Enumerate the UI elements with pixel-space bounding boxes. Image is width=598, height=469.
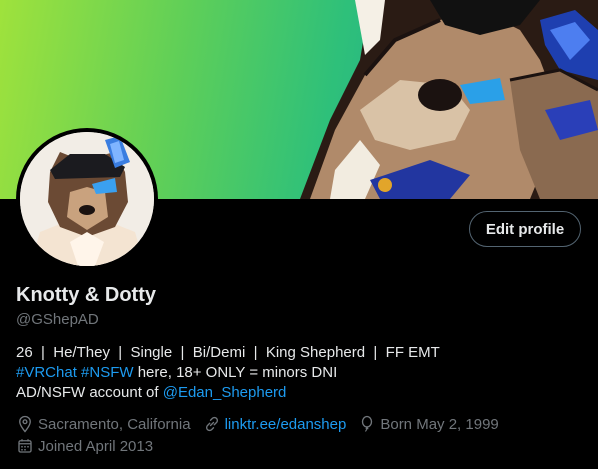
location-text: Sacramento, California [38, 415, 191, 433]
bio-line-3: AD/NSFW account of @Edan_Shepherd [16, 383, 586, 403]
hashtag-nsfw-link[interactable]: #NSFW [81, 364, 134, 381]
website-item[interactable]: linktr.ee/edanshep [203, 415, 347, 433]
avatar-artwork [20, 132, 154, 266]
profile-meta-row-2: Joined April 2013 [16, 437, 165, 455]
user-handle: @GShepAD [16, 311, 99, 328]
birthday-item: Born May 2, 1999 [358, 415, 499, 433]
bio-line-2: #VRChat #NSFW here, 18+ ONLY = minors DN… [16, 363, 586, 383]
bio-line-3-text: AD/NSFW account of [16, 384, 163, 401]
avatar-image [20, 132, 154, 266]
profile-avatar[interactable] [16, 128, 158, 270]
balloon-icon [362, 415, 373, 432]
joined-text: Joined April 2013 [38, 437, 154, 455]
edit-profile-button[interactable]: Edit profile [469, 211, 581, 247]
profile-meta-row: Sacramento, California linktr.ee/edanshe… [16, 415, 511, 433]
hashtag-vrchat-link[interactable]: #VRChat [16, 364, 77, 381]
joined-item: Joined April 2013 [16, 437, 153, 455]
birthday-text: Born May 2, 1999 [380, 415, 499, 433]
profile-bio: 26 | He/They | Single | Bi/Demi | King S… [16, 343, 586, 403]
link-icon [205, 416, 218, 432]
bio-line-1: 26 | He/They | Single | Bi/Demi | King S… [16, 344, 440, 361]
bio-line-2-text: here, 18+ ONLY = minors DNI [133, 364, 338, 381]
calendar-icon [18, 439, 32, 453]
display-name: Knotty & Dotty [16, 284, 156, 306]
website-link[interactable]: linktr.ee/edanshep [225, 416, 347, 433]
mention-link[interactable]: @Edan_Shepherd [163, 384, 287, 401]
location-item: Sacramento, California [16, 415, 191, 433]
location-pin-icon [19, 415, 31, 433]
